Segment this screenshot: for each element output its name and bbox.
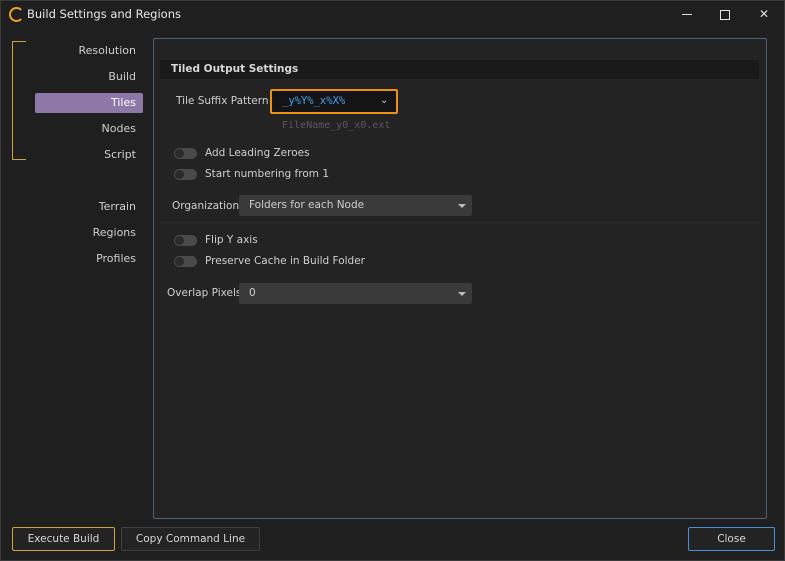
sidebar-item-tiles[interactable]: Tiles	[35, 93, 143, 113]
overlap-pixels-value: 0	[249, 287, 256, 299]
flip-y-toggle[interactable]	[174, 235, 197, 246]
organization-select[interactable]: Folders for each Node	[239, 195, 472, 216]
leading-zeroes-label: Add Leading Zeroes	[205, 147, 310, 159]
section-divider	[160, 222, 759, 223]
close-button[interactable]: Close	[688, 527, 775, 551]
tile-suffix-value: _y%Y%_x%X%	[282, 95, 346, 107]
sidebar-item-resolution[interactable]: Resolution	[35, 41, 143, 61]
dropdown-arrow-icon	[458, 292, 466, 296]
leading-zeroes-toggle[interactable]	[174, 148, 197, 159]
start-from-one-label: Start numbering from 1	[205, 168, 329, 180]
minimize-button[interactable]	[667, 1, 707, 27]
sidebar-item-regions[interactable]: Regions	[35, 223, 143, 243]
flip-y-label: Flip Y axis	[205, 234, 258, 246]
tile-suffix-input[interactable]: _y%Y%_x%X% ⌄	[270, 89, 398, 114]
start-from-one-toggle[interactable]	[174, 169, 197, 180]
sidebar-item-script[interactable]: Script	[35, 145, 143, 165]
toggle-knob	[175, 257, 184, 266]
maximize-button[interactable]	[705, 1, 745, 27]
preserve-cache-toggle[interactable]	[174, 256, 197, 267]
toggle-knob	[175, 236, 184, 245]
dropdown-arrow-icon	[458, 204, 466, 208]
app-logo-icon	[9, 7, 24, 22]
nav-group-bracket	[12, 41, 26, 160]
close-icon: ✕	[758, 7, 770, 21]
chevron-down-icon[interactable]: ⌄	[380, 95, 388, 106]
section-header: Tiled Output Settings	[160, 60, 759, 79]
copy-command-line-button[interactable]: Copy Command Line	[121, 527, 260, 551]
sidebar-item-profiles[interactable]: Profiles	[35, 249, 143, 269]
overlap-pixels-select[interactable]: 0	[239, 283, 472, 304]
execute-build-button[interactable]: Execute Build	[12, 527, 115, 551]
toggle-knob	[175, 170, 184, 179]
tile-suffix-preview: FileName_y0_x0.ext	[282, 120, 391, 131]
sidebar-item-nodes[interactable]: Nodes	[35, 119, 143, 139]
maximize-icon	[720, 9, 730, 20]
organization-label: Organization	[172, 200, 240, 212]
toggle-knob	[175, 149, 184, 158]
sidebar-item-build[interactable]: Build	[35, 67, 143, 87]
minimize-icon	[682, 14, 692, 15]
tile-suffix-label: Tile Suffix Pattern	[176, 95, 269, 107]
window-title: Build Settings and Regions	[27, 7, 181, 21]
preserve-cache-label: Preserve Cache in Build Folder	[205, 255, 365, 267]
title-bar: Build Settings and Regions ✕	[1, 1, 784, 27]
build-settings-window: Build Settings and Regions ✕ Resolution …	[0, 0, 785, 561]
settings-panel	[153, 38, 767, 519]
organization-value: Folders for each Node	[249, 199, 365, 211]
overlap-pixels-label: Overlap Pixels	[167, 287, 242, 299]
sidebar-item-terrain[interactable]: Terrain	[35, 197, 143, 217]
close-window-button[interactable]: ✕	[744, 1, 784, 27]
